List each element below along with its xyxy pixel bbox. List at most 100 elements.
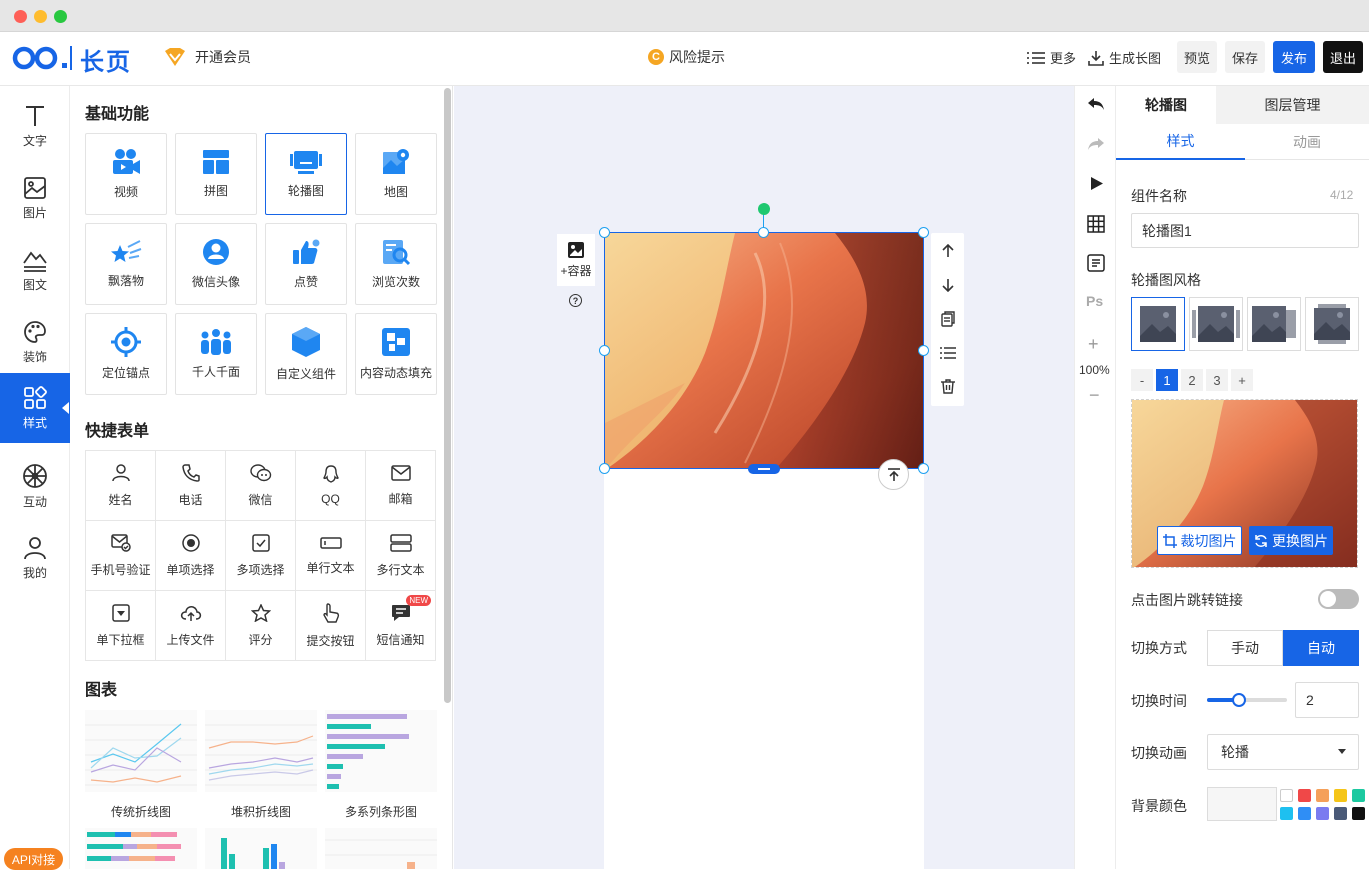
zoom-in-button[interactable]: + [1088, 334, 1099, 355]
switch-time-input[interactable]: 2 [1295, 682, 1359, 718]
move-up-icon[interactable] [941, 244, 955, 258]
chart-thumb-bar[interactable] [325, 710, 437, 792]
component-view-count[interactable]: 浏览次数 [355, 223, 437, 305]
resize-handle-e[interactable] [918, 345, 929, 356]
slide-page-1[interactable]: 1 [1156, 369, 1178, 391]
nav-item-style[interactable]: 样式 [0, 373, 70, 443]
animation-select[interactable]: 轮播 [1207, 734, 1359, 770]
photoshop-import-icon[interactable]: Ps [1086, 293, 1103, 309]
form-single-line[interactable]: 单行文本 [296, 521, 366, 591]
slide-page-3[interactable]: 3 [1206, 369, 1228, 391]
tab-layers[interactable]: 图层管理 [1216, 86, 1369, 124]
chart-thumb-stacked-bar[interactable] [85, 828, 197, 869]
form-sms[interactable]: NEW 短信通知 [366, 591, 436, 661]
trash-icon[interactable] [941, 379, 955, 394]
layers-list-icon[interactable] [940, 347, 956, 359]
vip-button[interactable]: 开通会员 [163, 47, 251, 67]
resize-handle-se[interactable] [918, 463, 929, 474]
nav-item-image-text[interactable]: 图文 [0, 235, 70, 305]
exit-button[interactable]: 退出 [1323, 41, 1363, 73]
form-phone[interactable]: 电话 [156, 451, 226, 521]
copy-icon[interactable] [941, 311, 955, 327]
switch-auto-button[interactable]: 自动 [1283, 630, 1359, 666]
save-button[interactable]: 保存 [1225, 41, 1265, 73]
tab-carousel[interactable]: 轮播图 [1116, 86, 1216, 124]
form-single-choice[interactable]: 单项选择 [156, 521, 226, 591]
subtab-animation[interactable]: 动画 [1245, 124, 1369, 160]
remove-slide-button[interactable]: - [1131, 369, 1153, 391]
resize-handle-nw[interactable] [599, 227, 610, 238]
form-multi-choice[interactable]: 多项选择 [226, 521, 296, 591]
color-swatch[interactable] [1352, 807, 1365, 820]
color-swatch[interactable] [1298, 789, 1311, 802]
carousel-style-1[interactable] [1131, 297, 1185, 351]
chart-thumb-column[interactable] [205, 828, 317, 869]
rotate-handle[interactable] [758, 203, 770, 215]
more-button[interactable]: 更多 [1027, 48, 1076, 67]
component-personalize[interactable]: 千人千面 [175, 313, 257, 395]
preview-button[interactable]: 预览 [1177, 41, 1217, 73]
risk-alert[interactable]: C 风险提示 [648, 47, 725, 67]
component-falling[interactable]: 飘落物 [85, 223, 167, 305]
resize-handle-n[interactable] [758, 227, 769, 238]
play-icon[interactable] [1090, 176, 1104, 191]
color-swatch[interactable] [1298, 807, 1311, 820]
nav-item-interactive[interactable]: 互动 [0, 451, 70, 521]
maximize-window-button[interactable] [54, 10, 67, 23]
component-like[interactable]: 点赞 [265, 223, 347, 305]
nav-item-decoration[interactable]: 装饰 [0, 307, 70, 377]
move-down-icon[interactable] [941, 278, 955, 292]
subtab-style[interactable]: 样式 [1116, 124, 1245, 160]
component-video[interactable]: 视频 [85, 133, 167, 215]
zoom-out-button[interactable]: − [1089, 385, 1100, 406]
nav-item-text[interactable]: 文字 [0, 91, 70, 161]
crop-image-button[interactable]: 裁切图片 [1157, 526, 1242, 555]
help-icon[interactable]: ? [569, 294, 582, 307]
carousel-style-4[interactable] [1305, 297, 1359, 351]
nav-item-image[interactable]: 图片 [0, 163, 70, 233]
form-multi-line[interactable]: 多行文本 [366, 521, 436, 591]
component-wechat-avatar[interactable]: 微信头像 [175, 223, 257, 305]
add-container-button[interactable]: +容器 [557, 234, 595, 286]
nav-item-mine[interactable]: 我的 [0, 523, 70, 593]
color-swatch[interactable] [1280, 789, 1293, 802]
link-toggle[interactable] [1318, 589, 1359, 609]
long-image-button[interactable]: 生成长图 [1088, 48, 1161, 67]
redo-icon[interactable] [1087, 136, 1105, 152]
color-swatch[interactable] [1316, 789, 1329, 802]
height-drag-handle[interactable] [748, 464, 780, 474]
chart-thumb-stacked[interactable] [205, 710, 317, 792]
carousel-style-2[interactable] [1189, 297, 1243, 351]
color-swatch[interactable] [1334, 789, 1347, 802]
form-email[interactable]: 邮箱 [366, 451, 436, 521]
add-slide-button[interactable]: + [1231, 369, 1253, 391]
carousel-image[interactable] [604, 232, 924, 469]
publish-button[interactable]: 发布 [1273, 41, 1315, 73]
carousel-style-3[interactable] [1247, 297, 1301, 351]
color-swatch[interactable] [1280, 807, 1293, 820]
minimize-window-button[interactable] [34, 10, 47, 23]
form-qq[interactable]: QQ [296, 451, 366, 521]
close-window-button[interactable] [14, 10, 27, 23]
form-name[interactable]: 姓名 [86, 451, 156, 521]
undo-icon[interactable] [1087, 96, 1105, 112]
form-upload[interactable]: 上传文件 [156, 591, 226, 661]
component-map[interactable]: 地图 [355, 133, 437, 215]
chart-thumb-area[interactable] [325, 828, 437, 869]
component-name-input[interactable]: 轮播图1 [1131, 213, 1359, 248]
slide-page-2[interactable]: 2 [1181, 369, 1203, 391]
panel-scrollbar[interactable] [444, 88, 451, 703]
form-submit[interactable]: 提交按钮 [296, 591, 366, 661]
form-phone-verify[interactable]: 手机号验证 [86, 521, 156, 591]
bg-color-picker[interactable] [1207, 787, 1277, 821]
component-carousel[interactable]: 轮播图 [265, 133, 347, 215]
resize-handle-ne[interactable] [918, 227, 929, 238]
resize-handle-sw[interactable] [599, 463, 610, 474]
color-swatch[interactable] [1352, 789, 1365, 802]
replace-image-button[interactable]: 更换图片 [1249, 526, 1333, 555]
switch-manual-button[interactable]: 手动 [1207, 630, 1283, 666]
form-wechat[interactable]: 微信 [226, 451, 296, 521]
form-dropdown[interactable]: 单下拉框 [86, 591, 156, 661]
component-custom[interactable]: 自定义组件 [265, 313, 347, 395]
color-swatch[interactable] [1334, 807, 1347, 820]
